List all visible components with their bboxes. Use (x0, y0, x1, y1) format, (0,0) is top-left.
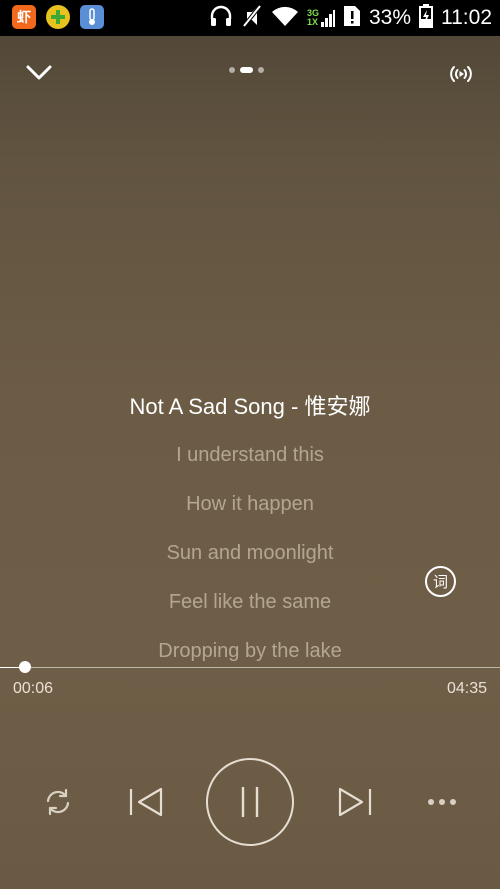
pause-button[interactable] (206, 758, 294, 846)
more-icon (428, 799, 456, 805)
more-options-button[interactable] (422, 786, 462, 818)
lyric-line: I understand this (176, 444, 324, 466)
network-type-1x: 1X (306, 17, 318, 27)
lyric-line: Sun and moonlight (166, 542, 334, 564)
total-duration: 04:35 (446, 680, 487, 697)
page-dot (258, 67, 264, 73)
repeat-icon (46, 788, 70, 816)
plus-app-icon (46, 5, 70, 29)
lyric-line: Dropping by the lake (158, 640, 342, 662)
notification-icons: 虾 (12, 5, 104, 29)
lyrics-panel[interactable]: Not A Sad Song - 惟安娜 I understand this H… (0, 382, 500, 665)
lyric-line-current: Not A Sad Song - 惟安娜 (129, 394, 371, 419)
wifi-icon (271, 5, 299, 32)
skip-previous-icon (129, 787, 163, 817)
broadcast-icon (450, 66, 472, 82)
mobile-signal-icon: 3G 1X (307, 9, 335, 27)
sim-alert-icon (343, 5, 361, 32)
collapse-button[interactable] (20, 56, 58, 90)
headphones-icon (209, 5, 233, 32)
battery-percent: 33% (368, 6, 411, 29)
battery-charging-icon (419, 3, 433, 33)
chevron-down-icon (26, 65, 52, 80)
lyrics-toggle-button[interactable]: 词 (425, 566, 456, 597)
lyrics-icon-label: 词 (432, 574, 448, 591)
skip-next-icon (338, 787, 372, 817)
elapsed-time: 00:06 (13, 680, 54, 697)
page-dot-active (240, 67, 253, 73)
status-bar: 虾 3G 1X 33% 11:02 (0, 0, 500, 36)
repeat-mode-button[interactable] (38, 782, 78, 822)
lyric-line: How it happen (186, 493, 314, 515)
broadcast-button[interactable] (444, 58, 478, 90)
progress-thumb[interactable] (19, 661, 31, 673)
pause-icon (241, 787, 259, 817)
page-indicator (229, 67, 264, 73)
progress-fill (0, 667, 21, 668)
system-status: 3G 1X 33% 11:02 (209, 0, 492, 36)
next-track-button[interactable] (333, 782, 377, 822)
previous-track-button[interactable] (124, 782, 168, 822)
page-dot (229, 67, 235, 73)
music-player-screen: 虾 3G 1X 33% 11:02 Not A Sad Song - 惟安娜 I… (0, 0, 500, 889)
thermometer-app-icon (80, 5, 104, 29)
xiami-app-icon: 虾 (12, 5, 36, 29)
muted-icon (241, 4, 263, 33)
clock: 11:02 (441, 6, 492, 29)
progress-bar[interactable] (0, 661, 500, 673)
